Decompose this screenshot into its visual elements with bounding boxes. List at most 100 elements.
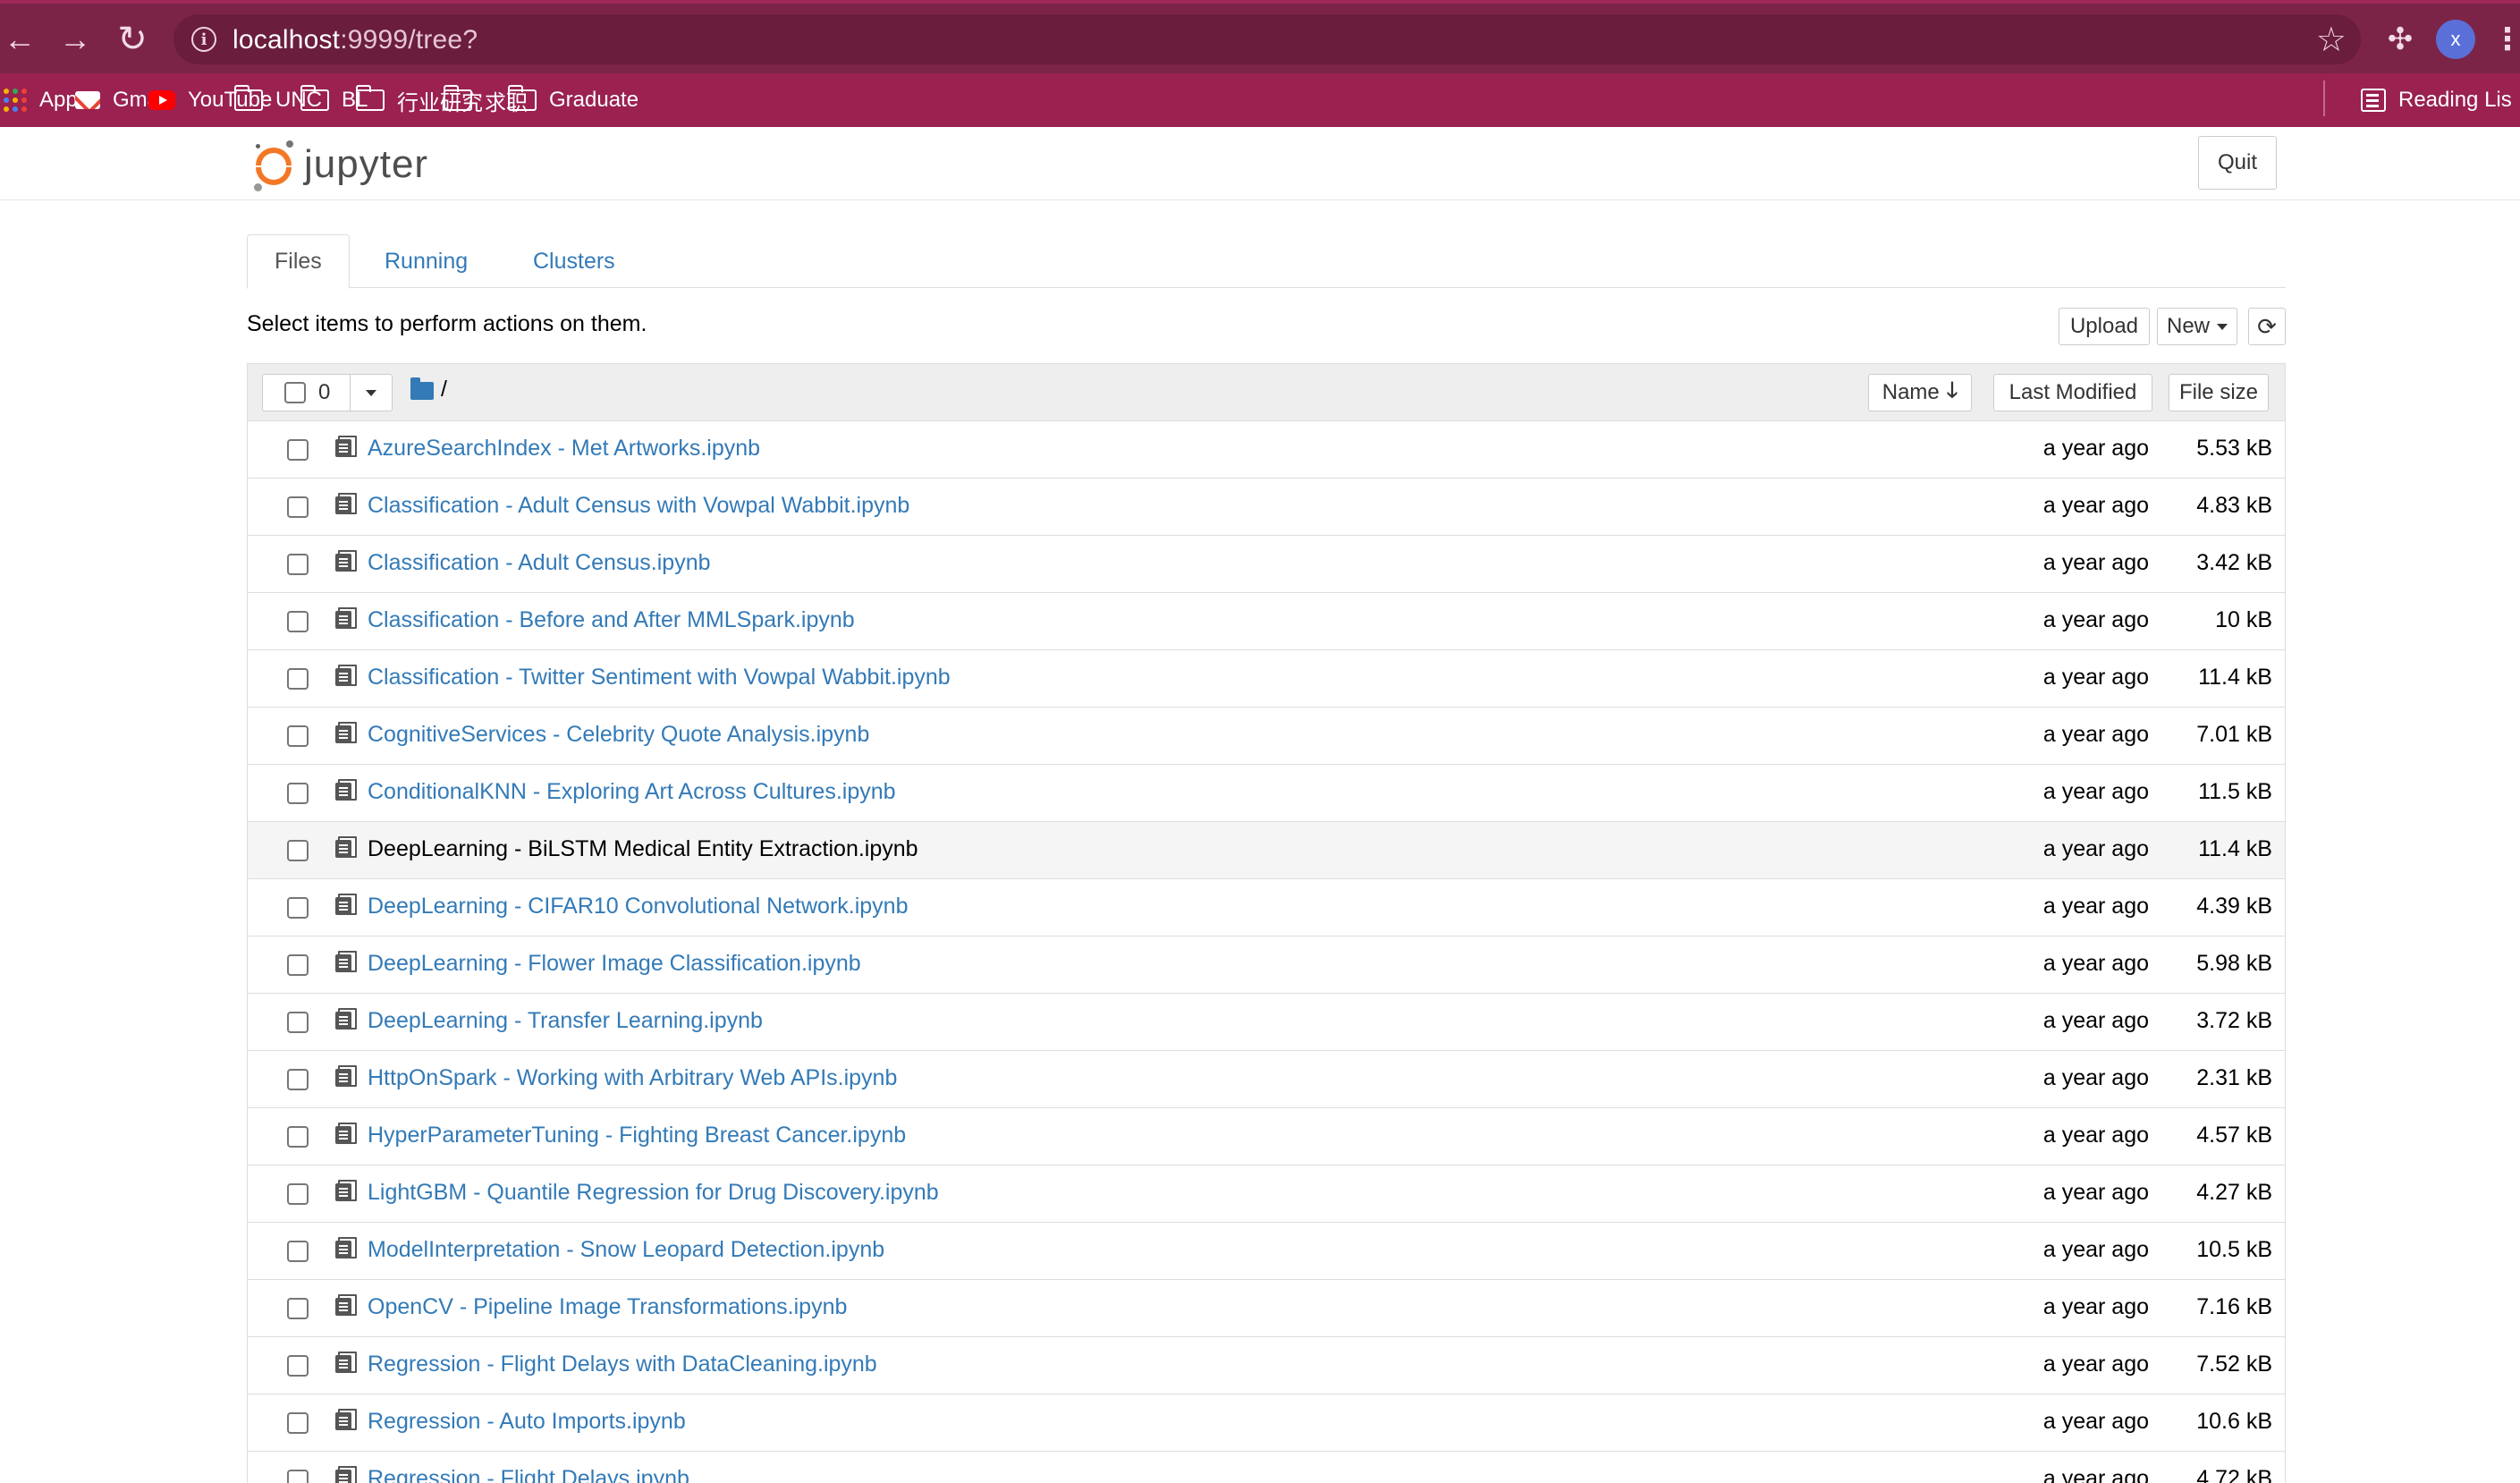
last-modified: a year ago (2042, 1294, 2149, 1319)
row-checkbox[interactable] (287, 1470, 309, 1483)
folder-icon[interactable] (410, 377, 434, 400)
refresh-button[interactable]: ⟳ (2248, 308, 2286, 345)
tab-files[interactable]: Files (247, 234, 350, 289)
bookmark-graduate[interactable]: Graduate (507, 82, 638, 118)
quit-button[interactable]: Quit (2198, 136, 2277, 190)
file-row[interactable]: DeepLearning - Transfer Learning.ipynb a … (248, 994, 2285, 1051)
reading-list-label: Reading Lis (2398, 88, 2512, 112)
file-row[interactable]: AzureSearchIndex - Met Artworks.ipynb a y… (248, 421, 2285, 479)
file-row[interactable]: DeepLearning - Flower Image Classificati… (248, 936, 2285, 994)
file-row[interactable]: Classification - Before and After MMLSpa… (248, 593, 2285, 650)
avatar[interactable]: x (2436, 20, 2475, 59)
row-checkbox[interactable] (287, 725, 309, 747)
jupyter-logo[interactable]: jupyter (252, 136, 463, 193)
tab-bar: Files Running Clusters (247, 234, 2286, 289)
address-bar[interactable]: i localhost:9999/tree? ☆ (173, 14, 2361, 64)
row-checkbox[interactable] (287, 897, 309, 919)
file-row[interactable]: Regression - Flight Delays.ipynb a year a… (248, 1452, 2285, 1483)
row-checkbox[interactable] (287, 496, 309, 518)
file-name-link[interactable]: OpenCV - Pipeline Image Transformations.… (368, 1294, 847, 1320)
row-checkbox[interactable] (287, 1355, 309, 1377)
sort-by-name-button[interactable]: Name 🡓 (1868, 374, 1972, 411)
tab-clusters[interactable]: Clusters (506, 234, 642, 289)
file-name-link[interactable]: ModelInterpretation - Snow Leopard Detec… (368, 1237, 884, 1263)
reading-list-icon (2361, 89, 2386, 112)
file-row[interactable]: LightGBM - Quantile Regression for Drug … (248, 1165, 2285, 1223)
select-all-toggle[interactable]: 0 (263, 375, 351, 411)
puzzle-icon[interactable]: ✣ (2380, 20, 2420, 59)
row-checkbox[interactable] (287, 1126, 309, 1148)
file-row[interactable]: Classification - Twitter Sentiment with … (248, 650, 2285, 708)
row-checkbox[interactable] (287, 1241, 309, 1262)
notebook-icon (335, 1352, 357, 1373)
breadcrumb[interactable]: / (441, 377, 447, 403)
file-size: 4.27 kB (2196, 1180, 2272, 1205)
tab-running[interactable]: Running (358, 234, 495, 289)
file-row[interactable]: Regression - Flight Delays with DataClea… (248, 1337, 2285, 1394)
file-name-link[interactable]: DeepLearning - Flower Image Classificati… (368, 951, 861, 977)
file-row[interactable]: ModelInterpretation - Snow Leopard Detec… (248, 1223, 2285, 1280)
row-checkbox[interactable] (287, 439, 309, 461)
file-name-link[interactable]: Classification - Adult Census with Vowpa… (368, 493, 909, 519)
row-checkbox[interactable] (287, 954, 309, 976)
row-checkbox[interactable] (287, 1012, 309, 1033)
file-name-link[interactable]: Regression - Flight Delays.ipynb (368, 1466, 689, 1483)
row-checkbox[interactable] (287, 783, 309, 804)
file-row[interactable]: Classification - Adult Census with Vowpa… (248, 479, 2285, 536)
row-checkbox[interactable] (287, 668, 309, 690)
row-checkbox[interactable] (287, 1183, 309, 1205)
notebook-icon (335, 665, 357, 686)
forward-arrow-icon[interactable]: → (55, 20, 95, 59)
file-row[interactable]: DeepLearning - CIFAR10 Convolutional Net… (248, 879, 2285, 936)
file-name-link[interactable]: Regression - Auto Imports.ipynb (368, 1409, 686, 1435)
select-menu-dropdown[interactable] (351, 375, 392, 411)
notebook-icon (335, 436, 357, 457)
reading-list-button[interactable]: Reading Lis (2361, 82, 2512, 118)
bookmarks-divider (2323, 81, 2325, 116)
file-name-link[interactable]: CognitiveServices - Celebrity Quote Anal… (368, 722, 869, 748)
file-name-link[interactable]: DeepLearning - BiLSTM Medical Entity Ext… (368, 836, 918, 862)
file-name-link[interactable]: ConditionalKNN - Exploring Art Across Cu… (368, 779, 896, 805)
kebab-icon[interactable]: ⋮ (2492, 20, 2520, 59)
new-dropdown-button[interactable]: New (2157, 308, 2237, 345)
file-row[interactable]: CognitiveServices - Celebrity Quote Anal… (248, 708, 2285, 765)
file-name-link[interactable]: Classification - Before and After MMLSpa… (368, 607, 855, 633)
folder-icon (507, 85, 537, 111)
row-checkbox[interactable] (287, 840, 309, 861)
url-text[interactable]: localhost:9999/tree? (233, 25, 478, 55)
file-name-link[interactable]: HyperParameterTuning - Fighting Breast C… (368, 1123, 906, 1148)
file-name-link[interactable]: Classification - Twitter Sentiment with … (368, 665, 951, 691)
folder-icon (355, 85, 385, 111)
file-row[interactable]: ConditionalKNN - Exploring Art Across Cu… (248, 765, 2285, 822)
instructions-text: Select items to perform actions on them. (247, 311, 647, 336)
file-name-link[interactable]: AzureSearchIndex - Met Artworks.ipynb (368, 436, 760, 462)
row-checkbox[interactable] (287, 554, 309, 575)
row-checkbox[interactable] (287, 1069, 309, 1090)
row-checkbox[interactable] (287, 1412, 309, 1434)
star-icon[interactable]: ☆ (2316, 20, 2347, 60)
reload-icon[interactable]: ↻ (113, 20, 152, 59)
upload-button[interactable]: Upload (2059, 308, 2150, 345)
file-size: 2.31 kB (2196, 1065, 2272, 1090)
file-row[interactable]: HttpOnSpark - Working with Arbitrary Web… (248, 1051, 2285, 1108)
file-name-link[interactable]: DeepLearning - CIFAR10 Convolutional Net… (368, 894, 909, 919)
file-name-link[interactable]: Classification - Adult Census.ipynb (368, 550, 711, 576)
file-size: 11.4 kB (2198, 665, 2272, 690)
row-checkbox[interactable] (287, 1298, 309, 1319)
file-name-link[interactable]: Regression - Flight Delays with DataClea… (368, 1352, 877, 1377)
file-row[interactable]: DeepLearning - BiLSTM Medical Entity Ext… (248, 822, 2285, 879)
file-row[interactable]: OpenCV - Pipeline Image Transformations.… (248, 1280, 2285, 1337)
file-row[interactable]: Regression - Auto Imports.ipynb a year ag… (248, 1394, 2285, 1452)
sort-by-modified-button[interactable]: Last Modified (1993, 374, 2152, 411)
back-arrow-icon[interactable]: ← (0, 20, 39, 59)
file-name-link[interactable]: DeepLearning - Transfer Learning.ipynb (368, 1008, 763, 1034)
file-row[interactable]: HyperParameterTuning - Fighting Breast C… (248, 1108, 2285, 1165)
file-name-link[interactable]: LightGBM - Quantile Regression for Drug … (368, 1180, 939, 1206)
last-modified: a year ago (2042, 550, 2149, 575)
file-name-link[interactable]: HttpOnSpark - Working with Arbitrary Web… (368, 1065, 897, 1091)
row-checkbox[interactable] (287, 611, 309, 632)
info-icon[interactable]: i (191, 27, 216, 52)
sort-by-size-button[interactable]: File size (2169, 374, 2269, 411)
select-all-checkbox[interactable] (284, 382, 306, 403)
file-row[interactable]: Classification - Adult Census.ipynb a yea… (248, 536, 2285, 593)
